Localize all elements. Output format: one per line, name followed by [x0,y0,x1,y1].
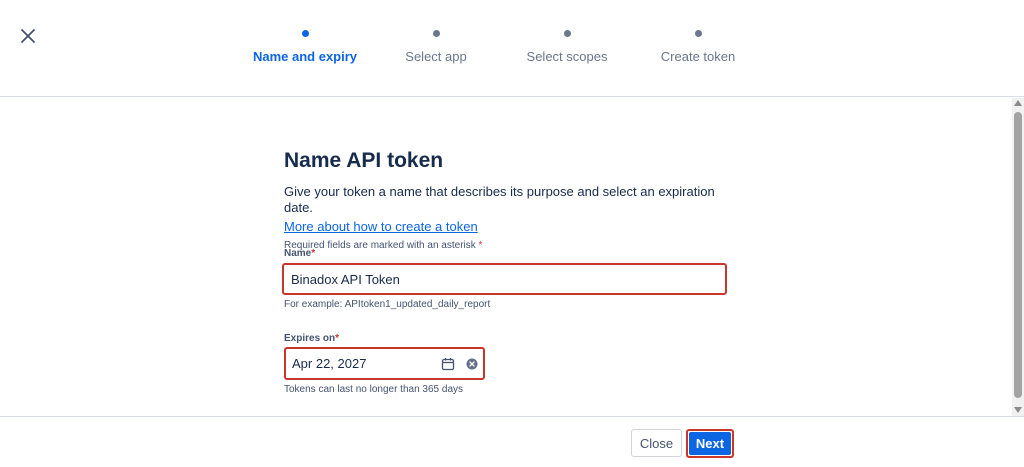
form-description: Give your token a name that describes it… [284,184,715,215]
required-asterisk: * [311,248,316,259]
close-icon[interactable] [18,26,38,46]
stepper-header: Name and expiry Select app Select scopes… [0,0,1024,97]
step-label: Create token [660,49,736,64]
step-select-app: Select app [396,30,476,70]
create-api-token-page: Name and expiry Select app Select scopes… [0,0,1024,467]
scrollbar[interactable] [1012,98,1024,416]
clear-icon[interactable] [466,358,478,370]
required-note: Required fields are marked with an aster… [284,240,744,251]
required-asterisk: * [335,333,340,344]
name-label-text: Name [284,248,312,259]
form-intro: Name API token Give your token a name th… [284,148,744,251]
expires-date-value: Apr 22, 2027 [292,356,367,371]
scroll-up-arrow[interactable] [1014,100,1022,106]
calendar-icon[interactable] [441,357,455,371]
expires-label: Expires on* [284,333,339,344]
name-help-text: For example: APItoken1_updated_daily_rep… [284,299,491,310]
name-input-value: Binadox API Token [291,271,400,287]
step-label: Select scopes [526,49,608,64]
help-link[interactable]: More about how to create a token [284,219,478,234]
step-select-scopes: Select scopes [522,30,612,70]
required-asterisk: * [478,240,483,251]
next-button[interactable]: Next [689,432,731,455]
page-title: Name API token [284,149,444,172]
name-input[interactable]: Binadox API Token [282,263,727,295]
step-create-token: Create token [656,30,740,70]
scroll-thumb[interactable] [1014,112,1022,398]
step-dot [432,30,440,37]
name-label: Name* [284,248,315,259]
step-name-and-expiry: Name and expiry [252,30,358,70]
next-button-highlight: Next [686,429,734,458]
step-label: Select app [405,49,467,64]
expires-date-input[interactable]: Apr 22, 2027 [284,347,485,380]
step-dot [301,30,309,37]
footer-bar [0,416,1024,467]
step-dot [694,30,702,37]
expires-help-text: Tokens can last no longer than 365 days [284,384,464,395]
scroll-down-arrow[interactable] [1014,407,1022,413]
step-label: Name and expiry [252,49,358,64]
expires-label-text: Expires on [284,333,336,344]
step-dot [563,30,571,37]
close-button[interactable]: Close [631,429,682,457]
